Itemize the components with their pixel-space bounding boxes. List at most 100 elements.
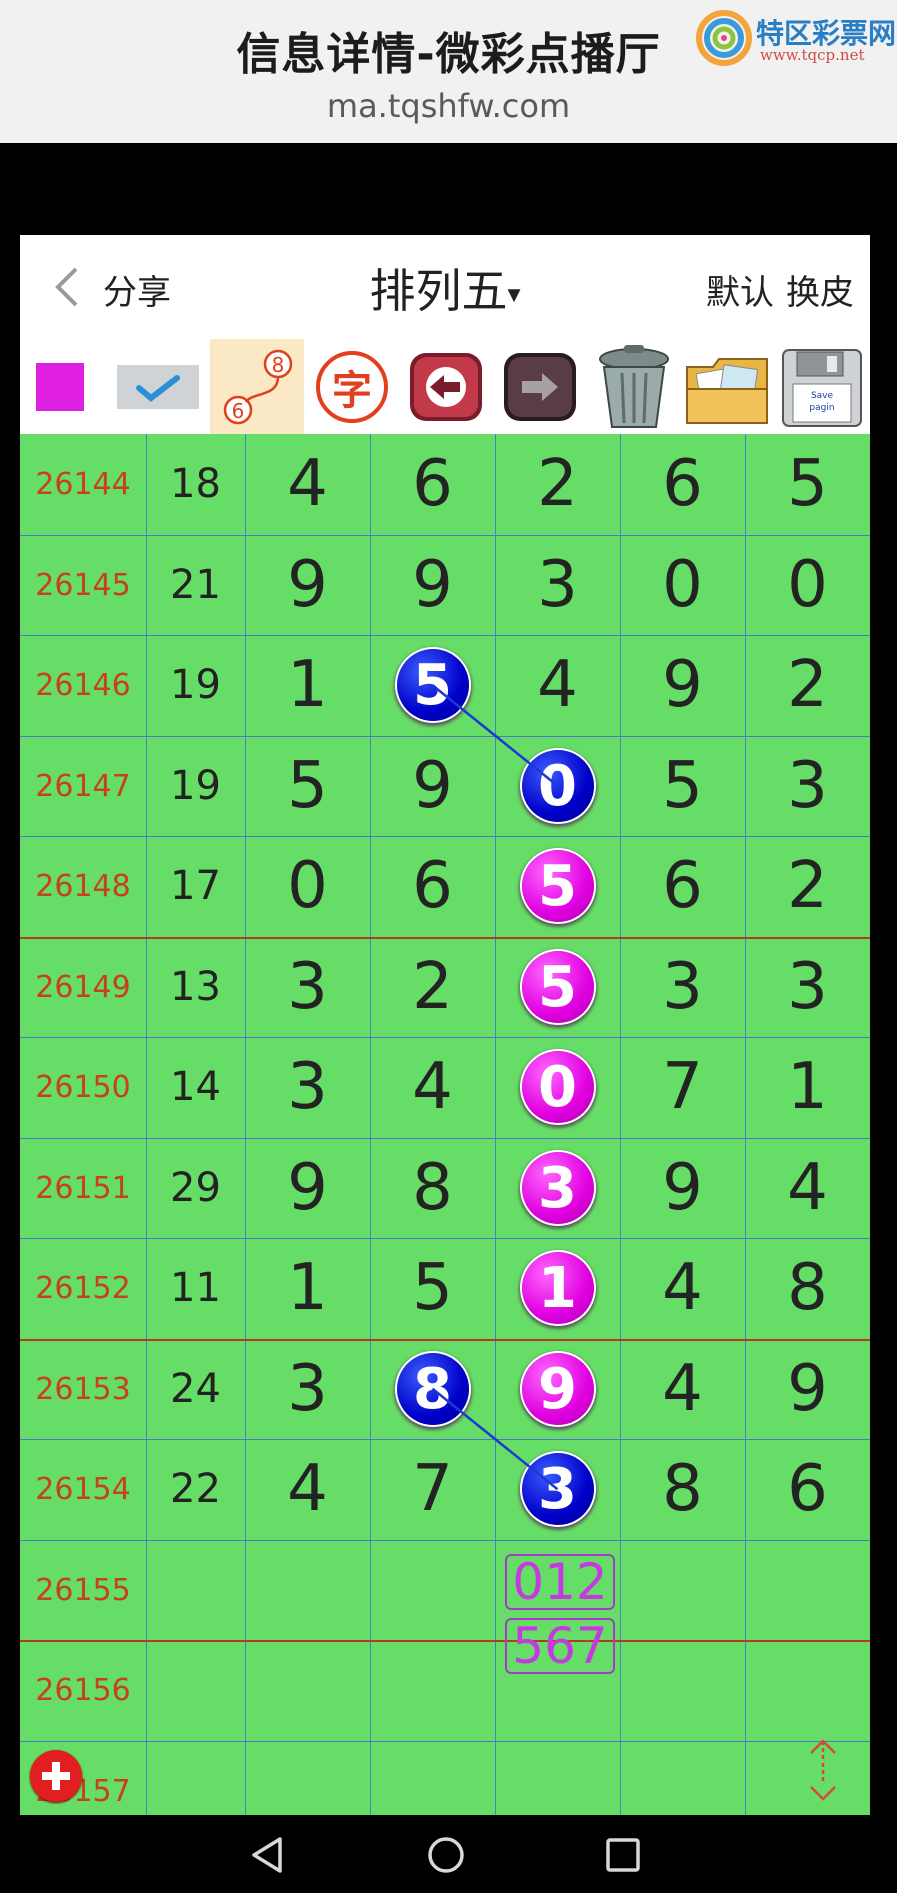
digit-cell[interactable]: 9 [620,1138,745,1238]
digit-cell[interactable]: 2 [495,434,620,534]
prediction-box[interactable]: 567 [505,1617,615,1675]
digit-value: 4 [662,1251,703,1325]
digit-cell[interactable]: 5 [745,434,870,534]
prediction-box[interactable]: 012 [505,1553,615,1611]
digit-cell[interactable] [620,1741,745,1815]
digit-cell[interactable]: 5 [370,635,495,735]
digit-cell[interactable]: 3 [620,937,745,1037]
digit-value: 5 [787,447,828,521]
circle-home-icon[interactable] [424,1833,468,1877]
digit-cell[interactable]: 9 [370,736,495,836]
digit-cell[interactable]: 4 [245,1439,370,1539]
digit-value: 5 [287,749,328,823]
digit-cell[interactable] [620,1640,745,1740]
digit-cell[interactable]: 4 [620,1238,745,1338]
purple-marked-ball: 9 [521,1353,594,1425]
digit-cell[interactable]: 0 [745,535,870,635]
digit-value: 8 [412,1151,453,1225]
clear-button[interactable] [588,339,680,434]
digit-cell[interactable]: 3 [745,736,870,836]
digit-cell[interactable] [370,1540,495,1640]
digit-cell[interactable]: 9 [495,1339,620,1439]
digit-cell[interactable]: 0 [495,1037,620,1137]
digit-cell[interactable]: 5 [620,736,745,836]
digit-cell[interactable] [370,1640,495,1740]
digit-cell[interactable]: 3 [495,1138,620,1238]
digit-cell[interactable]: 7 [620,1037,745,1137]
digit-value: 5 [412,1251,453,1325]
digit-sum: 17 [170,863,221,909]
digit-cell[interactable]: 9 [745,1339,870,1439]
digit-value: 0 [287,849,328,923]
digit-cell[interactable]: 2 [745,635,870,735]
digit-cell[interactable] [245,1540,370,1640]
digit-cell[interactable]: 0 [245,836,370,936]
digit-cell[interactable]: 2 [370,937,495,1037]
digit-cell[interactable]: 0 [495,736,620,836]
digit-cell[interactable] [245,1640,370,1740]
digit-value: 3 [287,1352,328,1426]
issue-number: 26146 [35,667,131,703]
digit-cell[interactable]: 9 [620,635,745,735]
digit-cell[interactable]: 6 [370,434,495,534]
square-recents-icon[interactable] [601,1833,645,1877]
digit-cell[interactable]: 5 [370,1238,495,1338]
color-swatch-button[interactable] [24,339,96,434]
digit-cell[interactable]: 2 [745,836,870,936]
digit-cell[interactable]: 9 [245,1138,370,1238]
digit-cell[interactable] [620,1540,745,1640]
digit-cell[interactable]: 4 [370,1037,495,1137]
digit-cell[interactable]: 8 [620,1439,745,1539]
digit-cell[interactable]: 8 [745,1238,870,1338]
digit-cell[interactable]: 3 [495,535,620,635]
digit-cell[interactable]: 1 [245,635,370,735]
digit-cell[interactable]: 3 [745,937,870,1037]
digit-cell[interactable]: 4 [245,434,370,534]
digit-cell[interactable]: 3 [245,1037,370,1137]
digit-sum: 11 [170,1265,221,1311]
trend-line-tool-button[interactable]: 8 6 [210,339,304,434]
digit-cell[interactable]: 5 [245,736,370,836]
check-toggle-button[interactable] [116,339,200,434]
digit-cell[interactable]: 1 [745,1037,870,1137]
digit-cell[interactable]: 6 [745,1439,870,1539]
digit-cell[interactable]: 5 [495,937,620,1037]
digit-cell[interactable]: 9 [370,535,495,635]
digit-cell[interactable] [745,1640,870,1740]
text-tool-button[interactable]: 字 [308,339,396,434]
digit-cell[interactable]: 7 [370,1439,495,1539]
undo-button[interactable] [402,339,490,434]
digit-cell[interactable]: 4 [495,635,620,735]
purple-marked-ball: 5 [521,951,594,1023]
digit-cell[interactable] [745,1540,870,1640]
digit-cell[interactable]: 1 [245,1238,370,1338]
redo-button[interactable] [496,339,584,434]
digit-cell[interactable]: 1 [495,1238,620,1338]
digit-cell[interactable]: 6 [620,836,745,936]
digit-cell[interactable] [495,1741,620,1815]
up-down-arrows-icon[interactable] [803,1737,843,1803]
wallpaper-button[interactable] [680,339,774,434]
digit-cell[interactable]: 6 [620,434,745,534]
digit-cell[interactable]: 6 [370,836,495,936]
change-skin-button[interactable]: 换皮 [786,273,854,313]
digit-cell[interactable]: 3 [495,1439,620,1539]
digit-cell[interactable]: 8 [370,1138,495,1238]
save-button[interactable]: Save pagin [776,339,868,434]
add-button[interactable] [30,1750,82,1802]
digit-cell[interactable]: 8 [370,1339,495,1439]
digit-cell[interactable] [245,1741,370,1815]
digit-cell[interactable]: 4 [620,1339,745,1439]
digit-cell[interactable]: 5 [495,836,620,936]
default-button[interactable]: 默认 [706,273,774,313]
digit-cell[interactable]: 0 [620,535,745,635]
digit-sum: 21 [170,562,221,608]
triangle-back-icon[interactable] [246,1833,290,1877]
digit-cell[interactable]: 3 [245,1339,370,1439]
site-logo[interactable]: 特区彩票网 www.tqcp.net [694,8,896,70]
page-url[interactable]: ma.tqshfw.com [0,87,897,125]
digit-cell[interactable]: 4 [745,1138,870,1238]
digit-cell[interactable]: 9 [245,535,370,635]
digit-cell[interactable] [370,1741,495,1815]
digit-cell[interactable]: 3 [245,937,370,1037]
